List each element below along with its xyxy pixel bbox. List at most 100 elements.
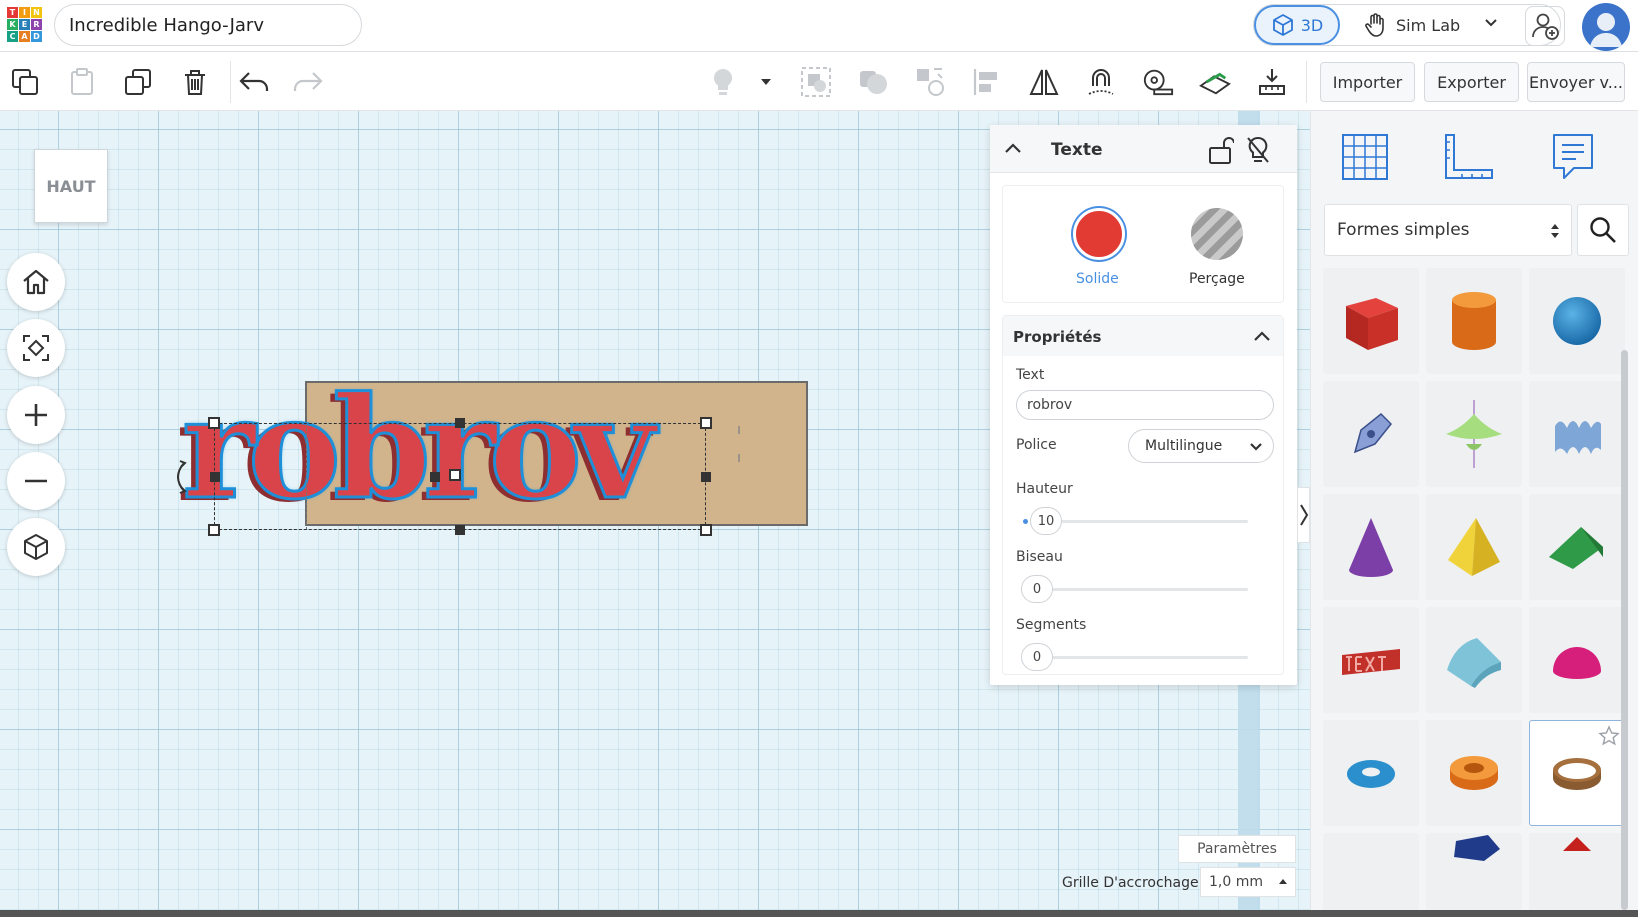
perspective-cube-icon <box>24 534 48 560</box>
shape-wedge[interactable] <box>1529 494 1625 600</box>
rotate-icon[interactable] <box>168 459 190 495</box>
font-select[interactable]: Multilingue <box>1128 429 1274 463</box>
measure-button[interactable] <box>1142 66 1174 98</box>
shape-tube[interactable] <box>1426 720 1522 826</box>
import-button[interactable]: Importer <box>1320 62 1415 102</box>
shape-cone[interactable] <box>1323 494 1419 600</box>
height-handle[interactable] <box>430 472 440 482</box>
delete-button[interactable] <box>179 66 211 98</box>
magnet-button[interactable] <box>1085 66 1117 98</box>
tinkercad-logo[interactable]: T I N K E R C A D <box>7 7 42 42</box>
hide-icon[interactable] <box>1245 135 1271 165</box>
duplicate-button[interactable] <box>122 66 154 98</box>
cube-icon <box>1272 14 1293 36</box>
updown-arrows-icon <box>1551 224 1559 238</box>
slider-thumb[interactable] <box>1023 519 1028 524</box>
shape-torus[interactable] <box>1323 720 1419 826</box>
tab-notes[interactable] <box>1541 125 1605 189</box>
text-field[interactable]: robrov <box>1016 390 1274 420</box>
shape-sphere[interactable] <box>1529 268 1625 374</box>
group-icon <box>801 67 831 97</box>
panel-toggle-button[interactable] <box>1297 487 1310 543</box>
properties-header[interactable]: Propriétés <box>1003 316 1283 356</box>
shape-text[interactable] <box>1323 607 1419 713</box>
chevron-up-icon[interactable] <box>1253 329 1271 343</box>
add-user-button[interactable] <box>1525 6 1565 46</box>
fit-view-button[interactable] <box>7 319 65 377</box>
ungroup-button[interactable] <box>857 66 889 98</box>
text-field-label: Text <box>1016 367 1045 383</box>
resize-handle[interactable] <box>455 418 465 428</box>
shape-pyramid[interactable] <box>1426 494 1522 600</box>
sim-lab-button[interactable]: Sim Lab <box>1364 8 1460 42</box>
chevron-up-icon[interactable] <box>1004 141 1022 155</box>
shape-ring[interactable] <box>1529 720 1625 826</box>
home-view-button[interactable] <box>7 253 65 311</box>
mirror-button[interactable] <box>1028 66 1060 98</box>
shape-search-button[interactable] <box>1577 204 1629 256</box>
segments-value[interactable]: 0 <box>1021 643 1053 671</box>
send-to-button[interactable]: Envoyer v... <box>1527 62 1625 102</box>
workplane-tool-button[interactable] <box>1199 66 1231 98</box>
shape-wave[interactable] <box>1529 381 1625 487</box>
resize-handle[interactable] <box>700 417 712 429</box>
cruise-button[interactable] <box>914 66 946 98</box>
hole-swatch[interactable] <box>1191 208 1243 260</box>
tab-workplane-grid[interactable] <box>1333 125 1397 189</box>
light-dropdown-button[interactable] <box>750 66 782 98</box>
shape-library-select[interactable]: Formes simples <box>1324 204 1572 256</box>
cone-icon <box>1349 518 1393 577</box>
shapes-scrollbar[interactable] <box>1621 350 1628 910</box>
chevron-down-icon[interactable] <box>1484 16 1498 30</box>
shape-half-sphere[interactable] <box>1529 607 1625 713</box>
lock-icon[interactable] <box>1208 135 1234 165</box>
resize-handle[interactable] <box>701 472 711 482</box>
segments-slider[interactable] <box>1038 656 1248 659</box>
shape-partial[interactable] <box>1323 833 1419 917</box>
redo-button[interactable] <box>292 66 324 98</box>
star-icon[interactable] <box>1598 725 1620 747</box>
resize-handle[interactable] <box>449 469 461 481</box>
resize-handle[interactable] <box>210 472 220 482</box>
shape-half-cylinder[interactable] <box>1426 607 1522 713</box>
undo-button[interactable] <box>238 66 270 98</box>
view-cube[interactable]: HAUT <box>34 149 108 223</box>
snap-grid-select[interactable]: 1,0 mm <box>1200 867 1296 897</box>
group-button[interactable] <box>800 66 832 98</box>
drop-button[interactable] <box>1256 66 1288 98</box>
segments-label: Segments <box>1016 617 1087 633</box>
view-3d-button[interactable]: 3D <box>1254 5 1340 45</box>
zoom-out-button[interactable] <box>7 452 65 510</box>
bevel-value[interactable]: 0 <box>1021 575 1053 603</box>
project-title-input[interactable]: Incredible Hango-Jarv <box>54 4 362 46</box>
resize-handle[interactable] <box>700 524 712 536</box>
resize-handle[interactable] <box>208 524 220 536</box>
copy-icon <box>12 69 38 95</box>
caret-down-icon <box>761 79 771 85</box>
shape-paraboloid[interactable] <box>1426 381 1522 487</box>
tab-ruler[interactable] <box>1437 125 1501 189</box>
view-3d-label: 3D <box>1300 15 1324 35</box>
solid-color-swatch[interactable] <box>1073 208 1125 260</box>
shape-partial[interactable] <box>1529 833 1625 917</box>
paste-button[interactable] <box>66 66 98 98</box>
resize-handle[interactable] <box>455 525 465 535</box>
shape-box[interactable] <box>1323 268 1419 374</box>
export-button[interactable]: Exporter <box>1424 62 1519 102</box>
mirror-icon <box>1029 69 1059 95</box>
shape-scribble[interactable] <box>1323 381 1419 487</box>
avatar[interactable] <box>1582 3 1630 51</box>
settings-button[interactable]: Paramètres <box>1178 835 1296 863</box>
bevel-slider[interactable] <box>1038 588 1248 591</box>
resize-handle[interactable] <box>208 417 220 429</box>
height-slider[interactable] <box>1038 520 1248 523</box>
light-button[interactable] <box>707 66 739 98</box>
height-value[interactable]: 10 <box>1030 507 1062 535</box>
shape-partial[interactable] <box>1426 833 1522 917</box>
shape-cylinder[interactable] <box>1426 268 1522 374</box>
copy-button[interactable] <box>9 66 41 98</box>
zoom-in-button[interactable] <box>7 386 65 444</box>
align-button[interactable] <box>971 66 1003 98</box>
perspective-button[interactable] <box>7 518 65 576</box>
ungroup-icon <box>860 71 887 94</box>
